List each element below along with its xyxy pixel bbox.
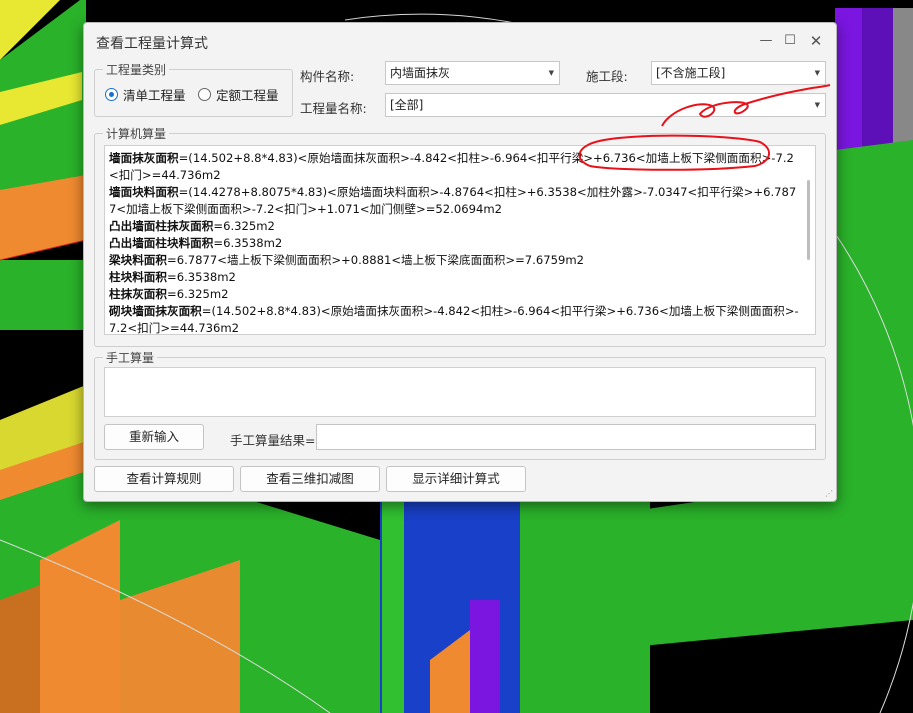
calc-line-name: 凸出墙面柱块料面积 xyxy=(109,236,214,250)
scene-green-left-mid xyxy=(0,260,86,330)
close-icon[interactable]: ✕ xyxy=(806,31,826,51)
scene-green-center xyxy=(520,500,650,713)
calc-line: 墙面块料面积=(14.4278+8.8075*4.83)<原始墙面块料面积>-4… xyxy=(109,184,801,218)
calc-line: 凸出墙面柱抹灰面积=6.325m2 xyxy=(109,218,801,235)
manual-result-input[interactable] xyxy=(316,424,816,450)
calc-line: 柱块料面积=6.3538m2 xyxy=(109,269,801,286)
calc-line: 凸出墙面柱块料面积=6.3538m2 xyxy=(109,235,801,252)
calc-formula-text: 墙面抹灰面积=(14.502+8.8*4.83)<原始墙面抹灰面积>-4.842… xyxy=(109,150,801,335)
calc-line: 砌块墙面抹灰面积=(14.502+8.8*4.83)<原始墙面抹灰面积>-4.8… xyxy=(109,303,801,335)
calc-line-name: 梁块料面积 xyxy=(109,253,167,267)
calc-line-expr: =(14.502+8.8*4.83)<原始墙面抹灰面积>-4.842<扣柱>-6… xyxy=(109,151,794,182)
calc-line-name: 柱抹灰面积 xyxy=(109,287,167,301)
manual-calc-legend: 手工算量 xyxy=(103,349,158,366)
calc-line: 梁块料面积=6.7877<墙上板下梁侧面面积>+0.8881<墙上板下梁底面面积… xyxy=(109,252,801,269)
computer-calc-legend: 计算机算量 xyxy=(103,125,170,142)
radio-bill-quantity-label: 清单工程量 xyxy=(123,88,186,103)
calc-line-name: 柱块料面积 xyxy=(109,270,167,284)
show-detail-formula-button[interactable]: 显示详细计算式 xyxy=(386,466,526,492)
minimize-icon[interactable]: — xyxy=(756,31,776,51)
resize-grip-icon[interactable]: ⋰ xyxy=(825,490,833,498)
radio-unchecked-icon[interactable] xyxy=(198,88,211,101)
scene-purple-beam xyxy=(470,600,500,713)
construction-stage-value: [不含施工段] xyxy=(656,66,726,80)
calc-line-expr: =6.325m2 xyxy=(166,287,229,301)
quantity-name-label: 工程量名称: xyxy=(300,101,367,116)
quantity-name-value: [全部] xyxy=(390,98,424,112)
construction-stage-label: 施工段: xyxy=(586,69,628,84)
quantity-category-legend: 工程量类别 xyxy=(103,61,170,78)
quantity-formula-dialog: 查看工程量计算式 — ☐ ✕ 工程量类别 清单工程量 定额工程量 构件名称: 内… xyxy=(83,22,837,502)
component-name-select[interactable]: 内墙面抹灰 ▼ xyxy=(385,61,560,85)
title-bar[interactable]: 查看工程量计算式 — ☐ ✕ xyxy=(84,23,836,59)
radio-quota-quantity-label: 定额工程量 xyxy=(216,88,279,103)
calc-line-expr: =(14.502+8.8*4.83)<原始墙面抹灰面积>-4.842<扣柱>-6… xyxy=(109,304,799,335)
dialog-title: 查看工程量计算式 xyxy=(96,36,208,52)
radio-checked-icon[interactable] xyxy=(105,88,118,101)
manual-calc-textarea[interactable] xyxy=(104,367,816,417)
chevron-down-icon: ▼ xyxy=(814,69,820,77)
calc-line-expr: =(14.4278+8.8075*4.83)<原始墙面块料面积>-4.8764<… xyxy=(109,185,797,216)
calc-line-expr: =6.3538m2 xyxy=(166,270,236,284)
reenter-button[interactable]: 重新输入 xyxy=(104,424,204,450)
calc-line: 柱抹灰面积=6.325m2 xyxy=(109,286,801,303)
maximize-icon[interactable]: ☐ xyxy=(780,31,800,51)
chevron-down-icon: ▼ xyxy=(548,69,554,77)
calc-line-expr: =6.7877<墙上板下梁侧面面积>+0.8881<墙上板下梁底面面积>=7.6… xyxy=(166,253,585,267)
manual-result-label: 手工算量结果= xyxy=(230,433,316,448)
radio-bill-quantity[interactable]: 清单工程量 xyxy=(105,85,186,104)
calc-scrollbar[interactable] xyxy=(805,150,813,330)
calc-line-name: 砌块墙面抹灰面积 xyxy=(109,304,202,318)
scroll-thumb[interactable] xyxy=(807,180,810,260)
calc-line-expr: =6.325m2 xyxy=(213,219,275,233)
scene-green-center-col xyxy=(382,500,404,713)
quantity-name-select[interactable]: [全部] ▼ xyxy=(385,93,826,117)
calc-line-name: 墙面抹灰面积 xyxy=(109,151,179,165)
component-name-value: 内墙面抹灰 xyxy=(390,66,451,80)
scene-brown-bottom xyxy=(0,585,40,713)
computer-calc-textarea[interactable]: 墙面抹灰面积=(14.502+8.8*4.83)<原始墙面抹灰面积>-4.842… xyxy=(104,145,816,335)
radio-quota-quantity[interactable]: 定额工程量 xyxy=(198,85,279,104)
calc-line-expr: =6.3538m2 xyxy=(213,236,283,250)
calc-line: 墙面抹灰面积=(14.502+8.8*4.83)<原始墙面抹灰面积>-4.842… xyxy=(109,150,801,184)
component-name-label: 构件名称: xyxy=(300,69,355,84)
scene-gray-right xyxy=(893,8,913,158)
calc-line-name: 凸出墙面柱抹灰面积 xyxy=(109,219,214,233)
construction-stage-select[interactable]: [不含施工段] ▼ xyxy=(651,61,826,85)
quantity-category-group: 工程量类别 清单工程量 定额工程量 xyxy=(94,61,293,117)
view-3d-deduction-button[interactable]: 查看三维扣减图 xyxy=(240,466,380,492)
chevron-down-icon: ▼ xyxy=(814,101,820,109)
view-rules-button[interactable]: 查看计算规则 xyxy=(94,466,234,492)
scene-green-right-top xyxy=(835,140,913,500)
calc-line-name: 墙面块料面积 xyxy=(109,185,179,199)
